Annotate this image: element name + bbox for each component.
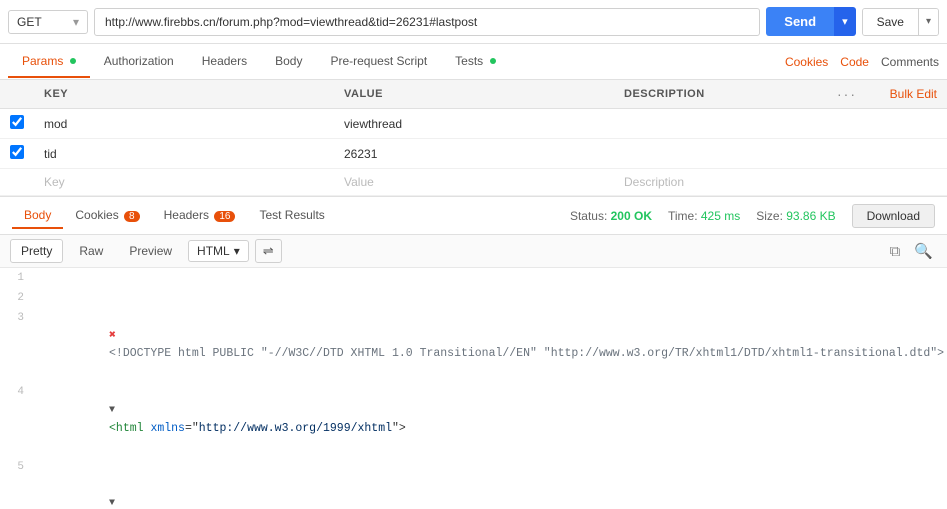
collapse-arrow[interactable]: ▼ — [109, 405, 115, 416]
code-area: 1 2 3 ✖ <!DOCTYPE html PUBLIC "-//W3C//D… — [0, 268, 947, 509]
code-tab-raw[interactable]: Raw — [69, 240, 113, 262]
tab-tests[interactable]: Tests — [441, 46, 509, 78]
copy-icon[interactable]: ⧉ — [886, 240, 905, 262]
status-label: Status: — [570, 209, 611, 223]
status-value: 200 OK — [611, 209, 652, 223]
row1-checkbox[interactable] — [10, 115, 24, 129]
save-button[interactable]: Save — [863, 9, 918, 35]
tab-pre-request[interactable]: Pre-request Script — [316, 46, 441, 78]
row1-desc[interactable] — [614, 109, 827, 139]
placeholder-value[interactable]: Value — [334, 169, 614, 196]
search-icon[interactable]: 🔍 — [910, 240, 937, 262]
save-btn-group: Save ▾ — [862, 8, 939, 36]
wrap-button[interactable]: ⇌ — [255, 239, 282, 263]
send-btn-group: Send ▾ — [766, 7, 855, 36]
tab-body[interactable]: Body — [261, 46, 316, 78]
code-line: 2 — [0, 288, 947, 308]
tab-headers-response[interactable]: Headers 16 — [152, 203, 248, 229]
tests-dot — [490, 58, 496, 64]
comments-link[interactable]: Comments — [881, 55, 939, 69]
tab-headers[interactable]: Headers — [188, 46, 261, 78]
table-row-placeholder: Key Value Description — [0, 169, 947, 196]
code-line: 5 ▼ <head> — [0, 457, 947, 509]
bulk-col-header: Bulk Edit — [867, 80, 947, 109]
params-table: KEY VALUE DESCRIPTION ··· Bulk Edit mod … — [0, 80, 947, 196]
size-value: 93.86 KB — [786, 209, 835, 223]
response-meta: Status: 200 OK Time: 425 ms Size: 93.86 … — [570, 204, 935, 228]
time-value: 425 ms — [701, 209, 740, 223]
save-dropdown[interactable]: ▾ — [918, 9, 938, 35]
bulk-edit-button[interactable]: Bulk Edit — [890, 87, 937, 101]
lang-value: HTML — [197, 244, 230, 258]
row2-key[interactable]: tid — [34, 139, 334, 169]
tab-right-links: Cookies Code Comments — [785, 55, 939, 69]
response-bar: Body Cookies 8 Headers 16 Test Results S… — [0, 197, 947, 235]
response-section: Body Cookies 8 Headers 16 Test Results S… — [0, 197, 947, 509]
app-container: GET ▾ Send ▾ Save ▾ Params Authorization… — [0, 0, 947, 509]
method-select[interactable]: GET ▾ — [8, 10, 88, 34]
row1-key[interactable]: mod — [34, 109, 334, 139]
tab-params[interactable]: Params — [8, 46, 90, 78]
download-button[interactable]: Download — [852, 204, 935, 228]
params-section: KEY VALUE DESCRIPTION ··· Bulk Edit mod … — [0, 80, 947, 197]
code-tab-preview[interactable]: Preview — [119, 240, 182, 262]
size-label: Size: — [756, 209, 786, 223]
method-value: GET — [17, 15, 42, 29]
code-line: 1 — [0, 268, 947, 288]
error-icon: ✖ — [109, 329, 116, 342]
desc-col-header: DESCRIPTION — [614, 80, 827, 109]
cookies-badge: 8 — [124, 211, 140, 222]
time-label: Time: — [668, 209, 701, 223]
params-dot — [70, 58, 76, 64]
cookies-link[interactable]: Cookies — [785, 55, 828, 69]
headers-badge: 16 — [214, 211, 235, 222]
response-tabs: Body Cookies 8 Headers 16 Test Results — [12, 203, 337, 229]
code-line: 3 ✖ <!DOCTYPE html PUBLIC "-//W3C//DTD X… — [0, 308, 947, 382]
value-col-header: VALUE — [334, 80, 614, 109]
code-tab-pretty[interactable]: Pretty — [10, 239, 63, 263]
url-input[interactable] — [94, 8, 760, 36]
more-options-button[interactable]: ··· — [837, 86, 857, 102]
checkbox-col-header — [0, 80, 34, 109]
table-row: mod viewthread — [0, 109, 947, 139]
code-icons-right: ⧉ 🔍 — [886, 240, 937, 262]
method-chevron: ▾ — [73, 15, 79, 29]
placeholder-key[interactable]: Key — [34, 169, 334, 196]
row2-checkbox[interactable] — [10, 145, 24, 159]
tab-cookies-response[interactable]: Cookies 8 — [63, 203, 151, 229]
code-link[interactable]: Code — [840, 55, 869, 69]
code-toolbar: Pretty Raw Preview HTML ▾ ⇌ ⧉ 🔍 — [0, 235, 947, 268]
request-tab-bar: Params Authorization Headers Body Pre-re… — [0, 44, 947, 80]
tab-test-results[interactable]: Test Results — [247, 203, 336, 229]
code-line: 4 ▼ <html xmlns="http://www.w3.org/1999/… — [0, 382, 947, 457]
send-button[interactable]: Send — [766, 7, 834, 36]
lang-select[interactable]: HTML ▾ — [188, 240, 249, 262]
row2-desc[interactable] — [614, 139, 827, 169]
placeholder-desc[interactable]: Description — [614, 169, 827, 196]
table-row: tid 26231 — [0, 139, 947, 169]
key-col-header: KEY — [34, 80, 334, 109]
tab-authorization[interactable]: Authorization — [90, 46, 188, 78]
send-dropdown[interactable]: ▾ — [834, 7, 856, 36]
tab-body-response[interactable]: Body — [12, 203, 63, 229]
lang-chevron: ▾ — [234, 244, 240, 258]
top-bar: GET ▾ Send ▾ Save ▾ — [0, 0, 947, 44]
actions-col-header: ··· — [827, 80, 867, 109]
collapse-arrow[interactable]: ▼ — [109, 498, 115, 509]
row2-value[interactable]: 26231 — [334, 139, 614, 169]
row1-value[interactable]: viewthread — [334, 109, 614, 139]
